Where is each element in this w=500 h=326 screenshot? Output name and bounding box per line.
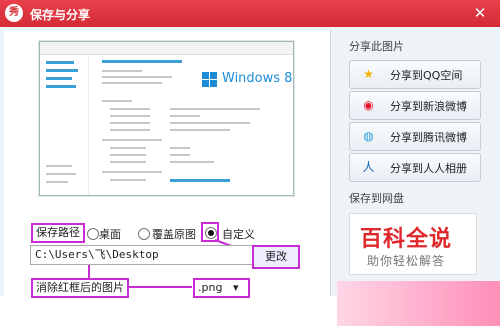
share-qzone-label: 分享到QQ空间: [390, 69, 463, 82]
preview-text-line: [110, 179, 146, 181]
preview-text-line: [170, 115, 200, 117]
radio-overwrite-label: 覆盖原图: [152, 228, 196, 241]
preview-sidebar-line: [46, 69, 78, 72]
meitu-app-icon: 秀: [5, 4, 23, 22]
window-title: 保存与分享: [30, 8, 91, 22]
format-select[interactable]: .png ▾: [193, 278, 250, 298]
preview-text-line: [110, 108, 150, 110]
save-share-window: 秀 保存与分享 ✕ Windows 8 保存路径 桌面 覆盖原图 自定义 C:\…: [0, 0, 500, 326]
renren-icon: 人: [362, 160, 375, 174]
weibo-icon: ◉: [363, 98, 374, 112]
ad-banner[interactable]: [337, 281, 500, 326]
radio-custom[interactable]: [205, 227, 217, 239]
star-icon: ★: [363, 67, 374, 81]
save-path-input[interactable]: C:\Users\飞\Desktop: [30, 245, 254, 265]
preview-link-line: [170, 179, 230, 182]
preview-text-line: [102, 76, 172, 78]
share-tencent-weibo-button[interactable]: ◍ 分享到腾讯微博: [349, 122, 481, 151]
preview-sidebar-line: [46, 181, 68, 183]
preview-window-titlebar: [40, 42, 293, 55]
preview-text-line: [110, 154, 146, 156]
share-panel: 分享此图片 ★ 分享到QQ空间 ◉ 分享到新浪微博 ◍ 分享到腾讯微博 人 分享…: [337, 30, 500, 326]
preview-text-line: [102, 139, 162, 141]
preview-product-text: Windows 8: [222, 71, 293, 86]
preview-text-line: [170, 108, 260, 110]
preview-text-line: [102, 70, 142, 72]
radio-desktop-label: 桌面: [99, 228, 121, 241]
preview-sidebar-line: [46, 77, 72, 80]
preview-text-line: [110, 161, 146, 163]
share-heading: 分享此图片: [349, 40, 404, 53]
share-qzone-button[interactable]: ★ 分享到QQ空间: [349, 60, 481, 89]
share-renren-button[interactable]: 人 分享到人人相册: [349, 153, 481, 182]
filename-label: 消除红框后的图片: [31, 278, 129, 298]
format-value: .png: [198, 281, 223, 294]
chevron-down-icon: ▾: [233, 281, 239, 294]
preview-sidebar-line: [46, 85, 76, 88]
preview-sidebar-line: [46, 173, 76, 175]
preview-text-line: [102, 82, 162, 84]
title-bar: 秀 保存与分享 ✕: [0, 0, 500, 27]
radio-custom-label: 自定义: [222, 228, 255, 241]
change-path-button[interactable]: 更改: [252, 245, 300, 269]
tencent-weibo-icon: ◍: [363, 129, 374, 143]
share-renren-label: 分享到人人相册: [390, 162, 467, 175]
save-path-label: 保存路径: [31, 223, 85, 243]
preview-sidebar-line: [46, 165, 72, 167]
preview-sidebar: [40, 55, 89, 195]
share-sina-weibo-button[interactable]: ◉ 分享到新浪微博: [349, 91, 481, 120]
save-cloud-heading: 保存到网盘: [349, 192, 404, 205]
preview-sidebar-line: [46, 61, 74, 64]
share-tencent-weibo-label: 分享到腾讯微博: [390, 131, 467, 144]
preview-text-line: [170, 161, 214, 163]
preview-text-line: [170, 154, 190, 156]
share-sina-weibo-label: 分享到新浪微博: [390, 100, 467, 113]
preview-text-line: [170, 147, 190, 149]
preview-text-line: [170, 129, 230, 131]
preview-text-line: [110, 129, 150, 131]
preview-text-line: [170, 122, 250, 124]
windows-logo-icon: [202, 72, 218, 88]
annotation-arrow: [88, 264, 90, 278]
preview-text-line: [102, 100, 132, 102]
preview-text-line: [110, 147, 146, 149]
preview-text-line: [102, 171, 162, 173]
radio-desktop[interactable]: [87, 228, 99, 240]
preview-text-line: [110, 115, 150, 117]
preview-text-line: [110, 122, 150, 124]
annotation-arrow: [118, 286, 192, 288]
promo-watermark: 百科全说 助你轻松解答: [349, 213, 477, 275]
image-preview: Windows 8: [39, 41, 294, 196]
radio-overwrite[interactable]: [138, 228, 150, 240]
promo-subtitle: 助你轻松解答: [367, 254, 446, 268]
close-icon[interactable]: ✕: [468, 3, 492, 23]
preview-heading-line: [102, 60, 182, 63]
promo-title: 百科全说: [360, 227, 453, 252]
